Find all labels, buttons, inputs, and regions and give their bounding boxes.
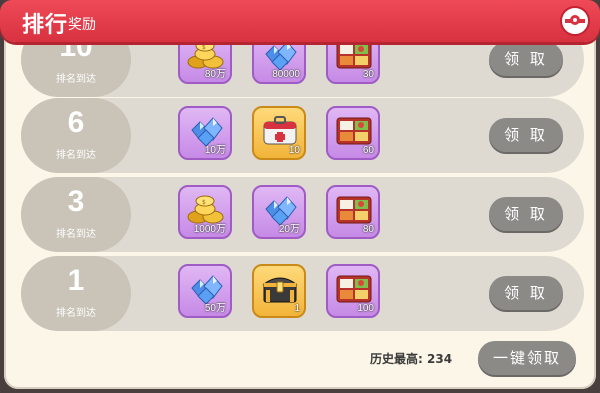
reward-row: 3 排名到达 $1000万 20万 80 领 取 [21,177,584,252]
svg-text:$: $ [202,199,206,206]
reward-count: 80000 [272,69,300,80]
reward-count: 10 [288,145,300,156]
rank-number: 1 [67,264,85,297]
reward-row: 1 排名到达 50万 1 100 领 取 [21,256,584,331]
reward-count: 1 [294,303,300,314]
rank-number: 3 [67,185,85,218]
reward-count: 80万 [204,69,226,80]
reward-count: 60 [362,145,374,156]
rank-label: 排名到达 [56,229,96,240]
reward-item[interactable]: 10万 [178,106,232,160]
history-best-value: 234 [427,352,453,366]
reward-item[interactable]: 10 [252,106,306,160]
rank-badge: 3 排名到达 [21,177,131,252]
bento-box-icon [334,191,374,227]
claim-button[interactable]: 领 取 [489,276,563,310]
reward-row: 6 排名到达 10万 10 60 领 取 [21,98,584,173]
reward-count: 20万 [278,224,300,235]
history-best: 历史最高: 234 [370,350,452,367]
rank-badge: 1 排名到达 [21,256,131,331]
reward-count: 30 [362,69,374,80]
reward-count: 1000万 [193,224,226,235]
reward-count: 50万 [204,303,226,314]
reward-item[interactable]: 100 [326,264,380,318]
claim-all-button[interactable]: 一键领取 [478,341,576,375]
rank-number: 6 [67,106,85,139]
rank-label: 排名到达 [56,150,96,161]
header-bar: 排行 奖励 [0,0,600,42]
page-subtitle: 奖励 [68,17,96,33]
treasure-chest-icon [260,270,300,306]
history-best-label: 历史最高: [370,352,423,366]
first-aid-case-icon [260,112,300,148]
page-title: 排行 [22,13,69,38]
close-pokeball-button[interactable] [560,6,590,36]
reward-panel: 10 排名到达 $80万 80000 30 领 取 6 排名到达 10万 10 60 领 取 3 排名到达… [4,0,596,389]
svg-text:$: $ [202,44,206,51]
rank-label: 排名到达 [56,308,96,319]
bento-box-icon [334,112,374,148]
reward-item[interactable]: 80 [326,185,380,239]
reward-item[interactable]: 1 [252,264,306,318]
claim-button[interactable]: 领 取 [489,42,563,76]
reward-item[interactable]: 60 [326,106,380,160]
rank-badge: 6 排名到达 [21,98,131,173]
claim-button[interactable]: 领 取 [489,197,563,231]
reward-count: 80 [362,224,374,235]
reward-item[interactable]: 20万 [252,185,306,239]
reward-item[interactable]: $1000万 [178,185,232,239]
rank-label: 排名到达 [56,74,96,85]
claim-button[interactable]: 领 取 [489,118,563,152]
reward-count: 10万 [204,145,226,156]
reward-count: 100 [357,303,374,314]
pokeball-center [570,15,580,25]
reward-item[interactable]: 50万 [178,264,232,318]
bento-box-icon [334,270,374,306]
